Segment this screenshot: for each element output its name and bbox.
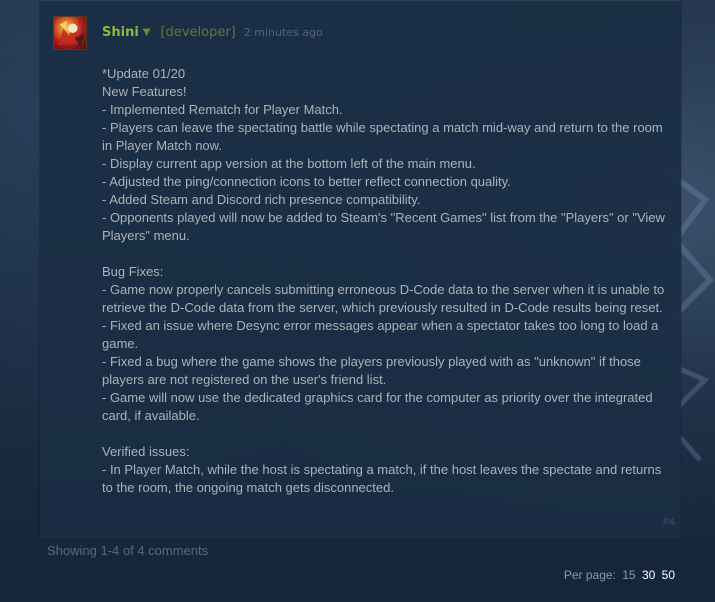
comment-text-line: - Display current app version at the bot…: [102, 156, 476, 171]
comment-author-line: Shini ▼ [developer] 2 minutes ago: [102, 25, 323, 42]
per-page-control: Per page: 15 30 50: [564, 568, 675, 582]
per-page-label: Per page:: [563, 568, 616, 582]
per-page-option-15[interactable]: 15: [622, 568, 635, 582]
per-page-option-30[interactable]: 30: [642, 568, 655, 582]
comment-text-line: - Opponents played will now be added to …: [102, 210, 669, 243]
comment-text-line: - Implemented Rematch for Player Match.: [102, 102, 343, 117]
author-role-badge: [developer]: [160, 25, 236, 40]
author-name[interactable]: Shini: [102, 25, 139, 40]
avatar-image: [57, 20, 85, 48]
comment-text-line: - Fixed a bug where the game shows the p…: [102, 354, 645, 387]
comment-body: *Update 01/20 New Features! - Implemented …: [102, 65, 672, 497]
comment-text-line: - Players can leave the spectating battl…: [102, 120, 667, 153]
comment-index[interactable]: #4: [663, 516, 675, 528]
comment-text-line: - Added Steam and Discord rich presence …: [102, 192, 421, 207]
comment-item: Shini ▼ [developer] 2 minutes ago *Update 0…: [40, 6, 681, 536]
comments-count-text: Showing 1-4 of 4 comments: [47, 543, 209, 558]
per-page-option-50[interactable]: 50: [662, 568, 675, 582]
comment-text-line: Verified issues:: [102, 444, 190, 459]
comment-text-line: Bug Fixes:: [102, 264, 164, 279]
comment-text-line: *Update 01/20: [102, 66, 186, 81]
comment-text-line: New Features!: [102, 84, 187, 99]
chevron-down-icon[interactable]: ▼: [143, 25, 151, 41]
comment-text-line: - Adjusted the ping/connection icons to …: [102, 174, 511, 189]
comments-footer: Showing 1-4 of 4 comments: [40, 538, 681, 564]
comment-text-line: - Fixed an issue where Desync error mess…: [102, 318, 663, 351]
avatar[interactable]: [53, 16, 87, 50]
comment-text-line: - In Player Match, while the host is spe…: [102, 462, 665, 495]
comment-blank-line: [102, 245, 672, 263]
comment-timestamp: 2 minutes ago: [243, 26, 323, 39]
comment-text-line: - Game now properly cancels submitting e…: [102, 282, 668, 315]
comment-blank-line: [102, 425, 672, 443]
comment-text-line: - Game will now use the dedicated graphi…: [102, 390, 657, 423]
